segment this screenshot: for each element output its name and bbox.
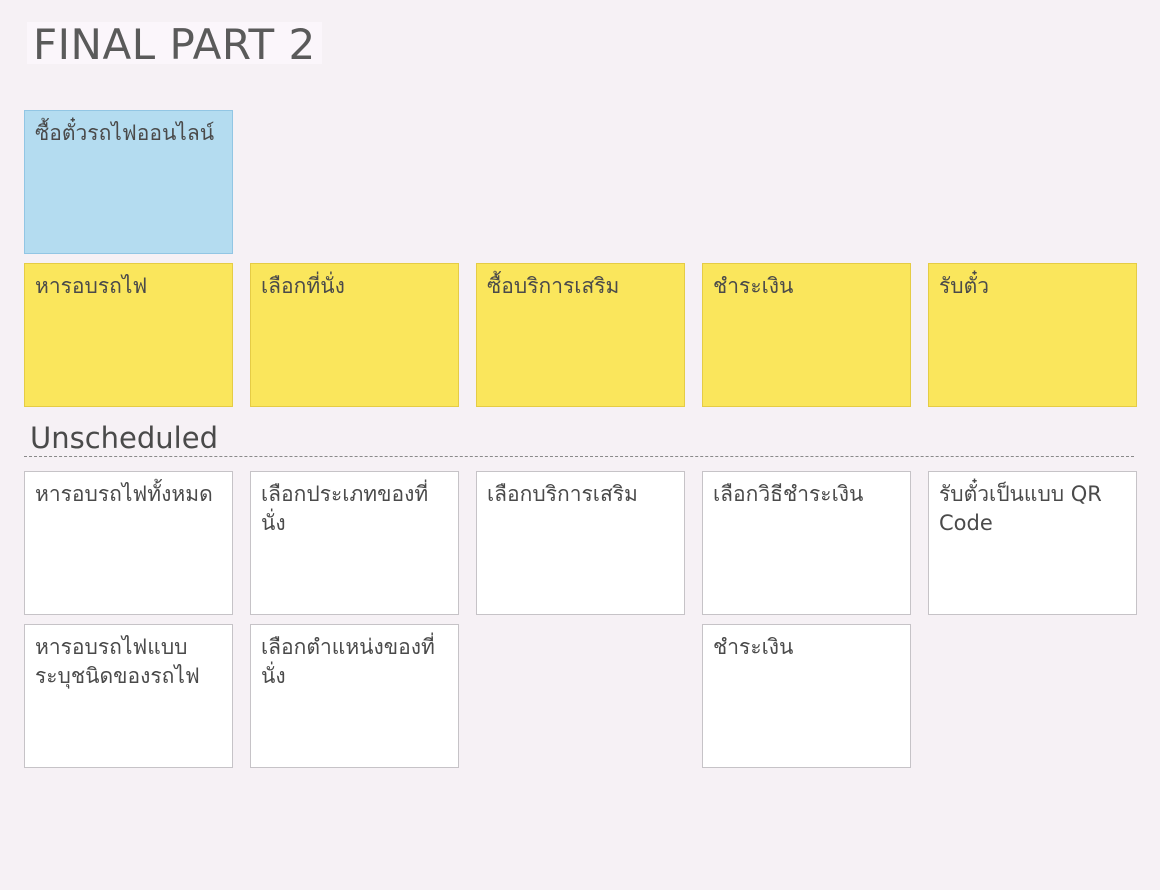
activity-card-select-seat[interactable]: เลือกที่นั่ง bbox=[250, 263, 459, 407]
unscheduled-divider bbox=[24, 456, 1134, 457]
story-card-select-seat-position[interactable]: เลือกตำแหน่งของที่นั่ง bbox=[250, 624, 459, 768]
unscheduled-section-title: Unscheduled bbox=[30, 421, 218, 455]
story-card-select-extras[interactable]: เลือกบริการเสริม bbox=[476, 471, 685, 615]
activity-card-buy-extras[interactable]: ซื้อบริการเสริม bbox=[476, 263, 685, 407]
story-card-qr-code-ticket[interactable]: รับตั๋วเป็นแบบ QR Code bbox=[928, 471, 1137, 615]
story-card-search-by-train-type[interactable]: หารอบรถไฟแบบระบุชนิดของรถไฟ bbox=[24, 624, 233, 768]
board-title: FINAL PART 2 bbox=[27, 22, 322, 68]
activity-card-payment[interactable]: ชำระเงิน bbox=[702, 263, 911, 407]
activity-card-receive-ticket[interactable]: รับตั๋ว bbox=[928, 263, 1137, 407]
activity-card-search-trains[interactable]: หารอบรถไฟ bbox=[24, 263, 233, 407]
story-card-select-payment-method[interactable]: เลือกวิธีชำระเงิน bbox=[702, 471, 911, 615]
story-card-pay[interactable]: ชำระเงิน bbox=[702, 624, 911, 768]
epic-card-buy-ticket-online[interactable]: ซื้อตั๋วรถไฟออนไลน์ bbox=[24, 110, 233, 254]
story-card-select-seat-type[interactable]: เลือกประเภทของที่นั่ง bbox=[250, 471, 459, 615]
story-card-search-all-trains[interactable]: หารอบรถไฟทั้งหมด bbox=[24, 471, 233, 615]
